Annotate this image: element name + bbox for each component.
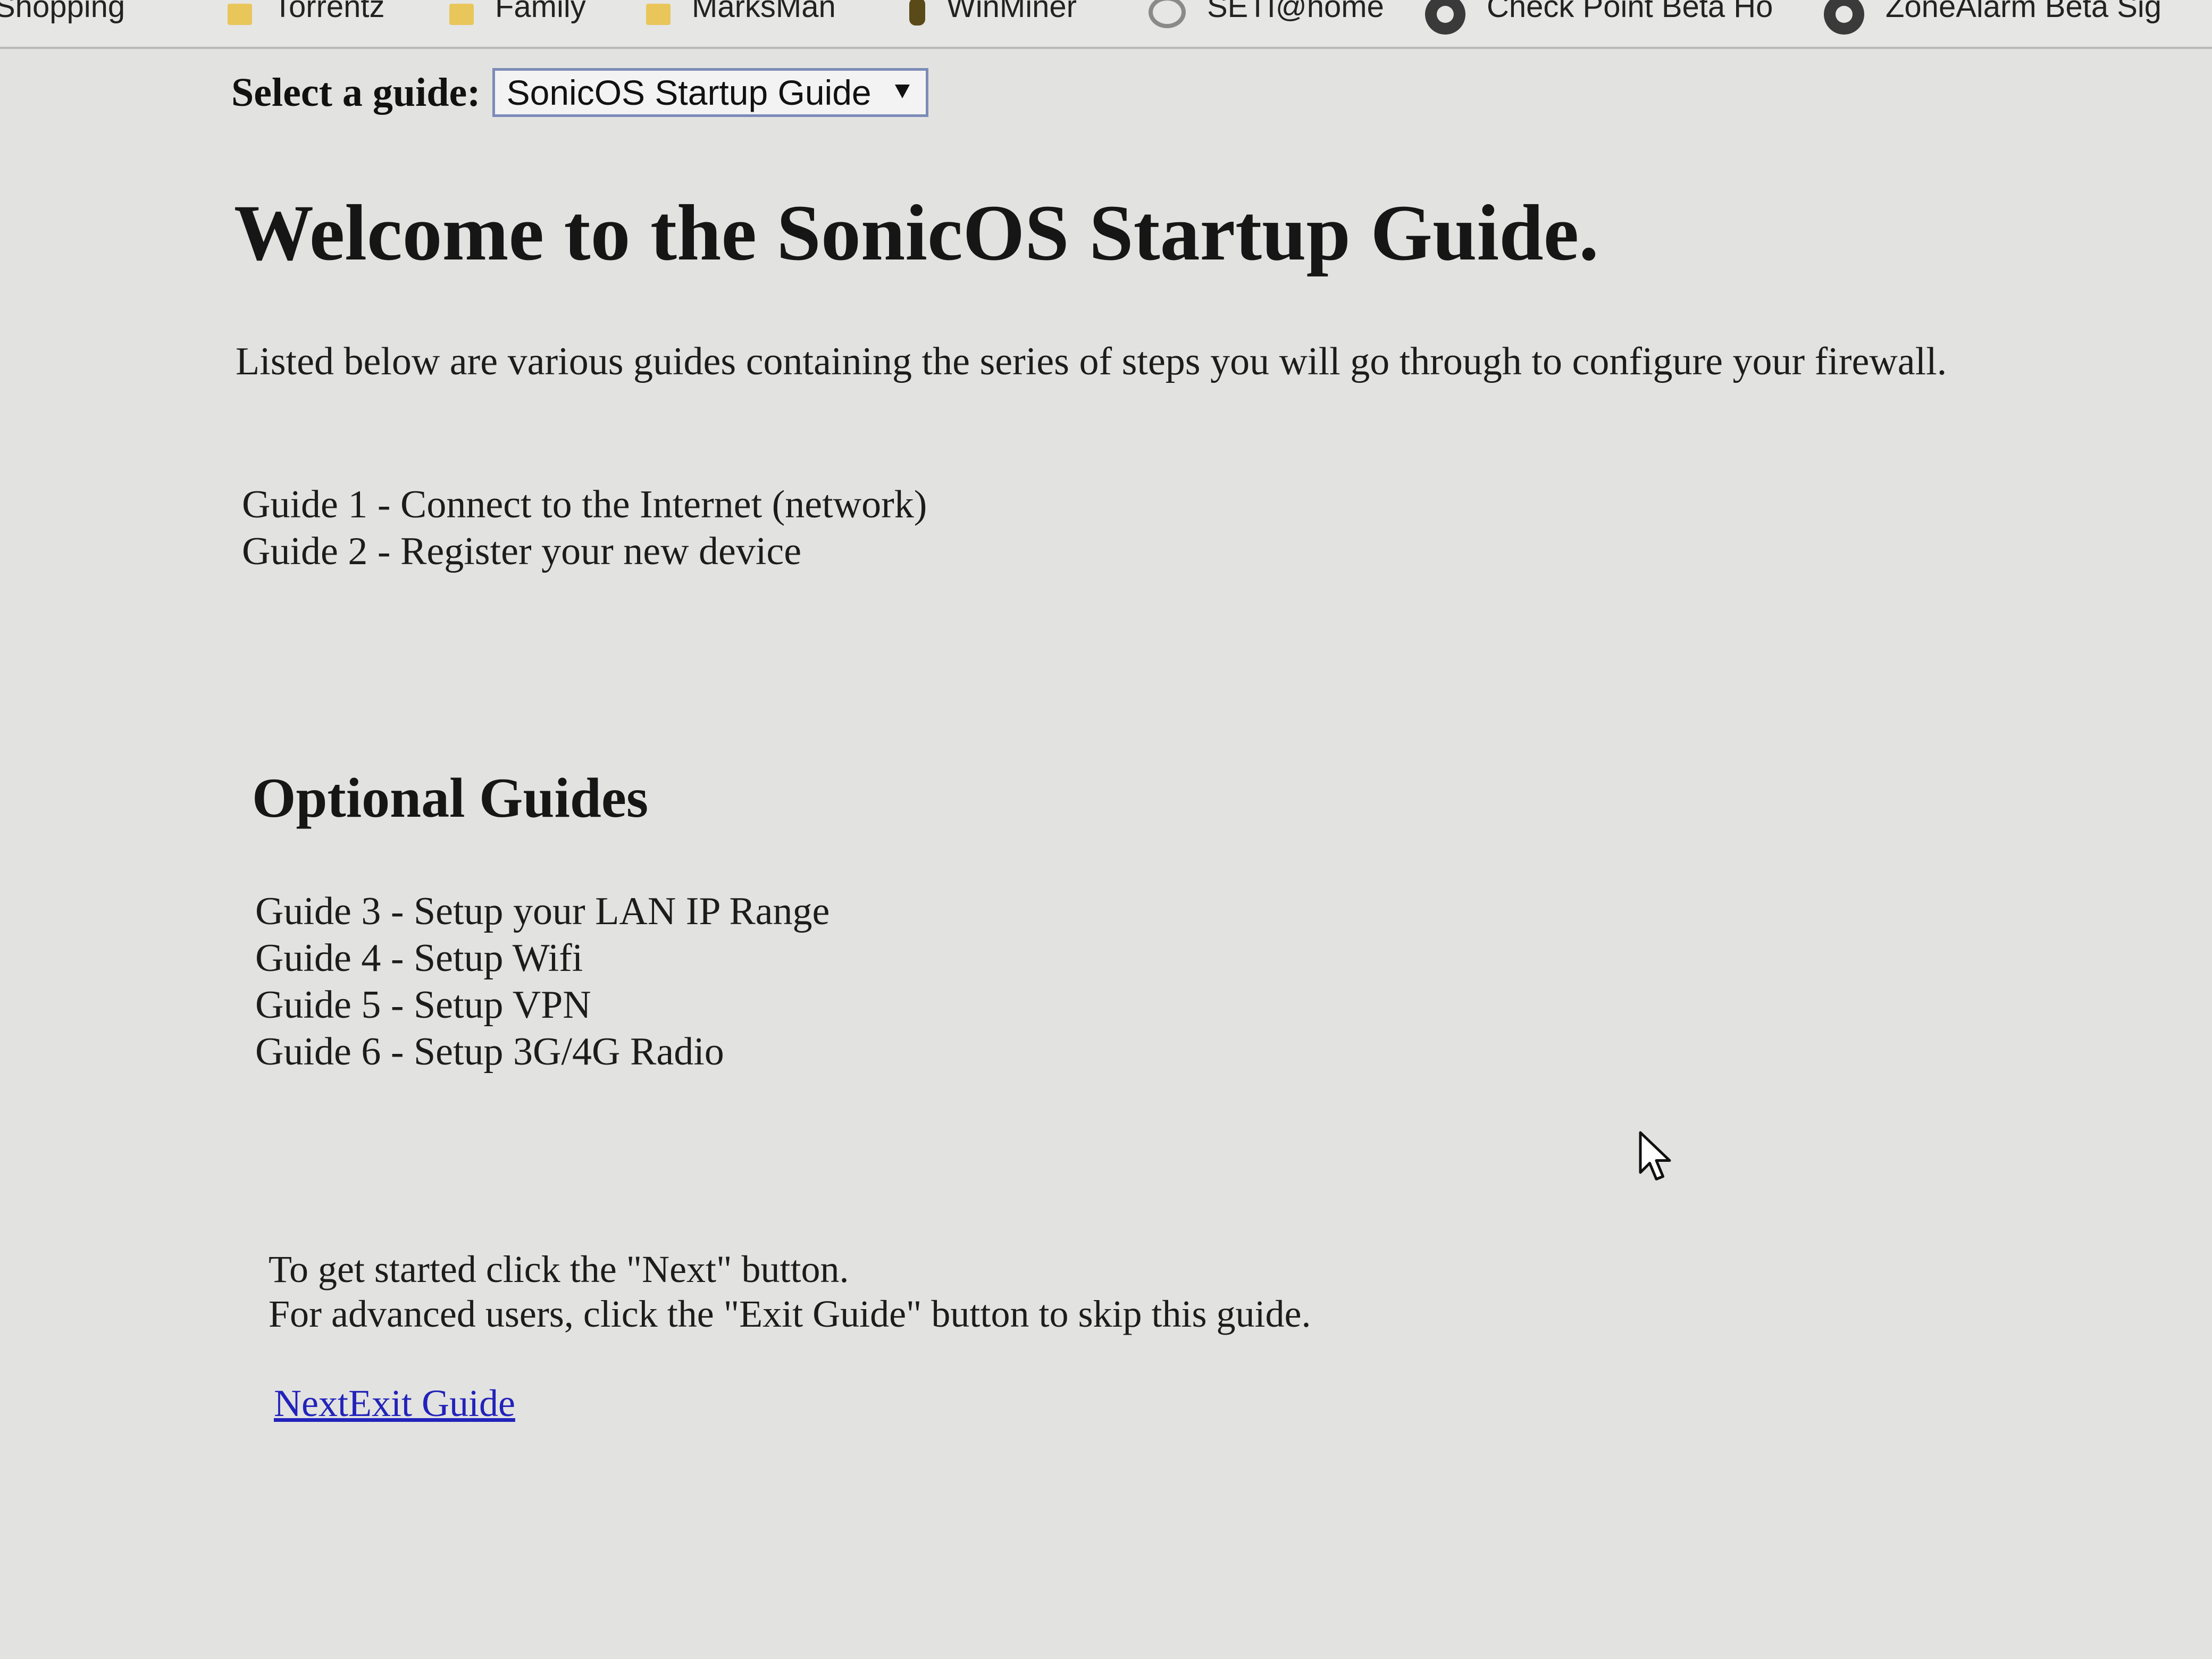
optional-guide-list: Guide 3 - Setup your LAN IP Range Guide …	[255, 888, 830, 1075]
bookmark-zonealarm-beta[interactable]: ZoneAlarm Beta Sig	[1824, 0, 2162, 35]
bookmark-marksman[interactable]: MarksMan	[646, 0, 836, 28]
checkpoint-icon	[1425, 0, 1465, 35]
bookmark-family[interactable]: Family	[449, 0, 586, 28]
bookmark-label: Family	[495, 0, 586, 24]
bookmark-checkpoint-beta[interactable]: Check Point Beta Ho	[1425, 0, 1773, 35]
list-item: Guide 2 - Register your new device	[242, 530, 802, 573]
guide-selector-row: Select a guide: SonicOS Startup Guide	[231, 68, 928, 117]
guide-select-value: SonicOS Startup Guide	[506, 73, 872, 112]
navigation-links: NextExit Guide	[274, 1381, 515, 1426]
bookmark-label: Check Point Beta Ho	[1487, 0, 1773, 24]
list-item: Guide 1 - Connect to the Internet (netwo…	[242, 483, 927, 526]
mouse-cursor-icon	[1639, 1131, 1671, 1180]
seti-icon	[1149, 0, 1186, 28]
bookmark-label: Torrentz	[273, 0, 385, 24]
bookmark-winminer[interactable]: WinMiner	[909, 0, 1077, 28]
bookmarks-bar: Shopping Torrentz Family MarksMan WinMin…	[0, 0, 2212, 49]
select-guide-label: Select a guide:	[231, 70, 481, 115]
bookmark-label: MarksMan	[692, 0, 836, 24]
bookmark-label: WinMiner	[946, 0, 1077, 24]
exit-guide-link[interactable]: Exit Guide	[348, 1382, 515, 1425]
instruction-line: To get started click the "Next" button.	[269, 1248, 849, 1291]
bookmark-label: Shopping	[0, 0, 125, 24]
folder-icon	[449, 4, 474, 25]
bookmark-seti[interactable]: SETI@home	[1149, 0, 1384, 28]
list-item: Guide 4 - Setup Wifi	[255, 936, 583, 980]
optional-guides-title: Optional Guides	[252, 767, 649, 829]
chevron-down-icon	[894, 85, 910, 98]
instructions: To get started click the "Next" button. …	[269, 1247, 1311, 1336]
list-item: Guide 3 - Setup your LAN IP Range	[255, 890, 830, 933]
list-item: Guide 6 - Setup 3G/4G Radio	[255, 1030, 724, 1074]
page-title: Welcome to the SonicOS Startup Guide.	[234, 189, 1599, 277]
list-item: Guide 5 - Setup VPN	[255, 983, 591, 1027]
next-link[interactable]: Next	[274, 1382, 348, 1425]
bookmark-label: ZoneAlarm Beta Sig	[1886, 0, 2162, 24]
bookmark-label: SETI@home	[1207, 0, 1384, 24]
instruction-line: For advanced users, click the "Exit Guid…	[269, 1293, 1311, 1335]
intro-text: Listed below are various guides containi…	[236, 340, 1947, 383]
winminer-icon	[909, 0, 925, 26]
bookmark-shopping[interactable]: Shopping	[0, 0, 125, 28]
zonealarm-icon	[1824, 0, 1864, 35]
folder-icon	[646, 4, 671, 25]
folder-icon	[228, 4, 252, 25]
guide-select[interactable]: SonicOS Startup Guide	[492, 68, 928, 117]
bookmark-torrentz[interactable]: Torrentz	[228, 0, 385, 28]
guide-list: Guide 1 - Connect to the Internet (netwo…	[242, 481, 927, 575]
